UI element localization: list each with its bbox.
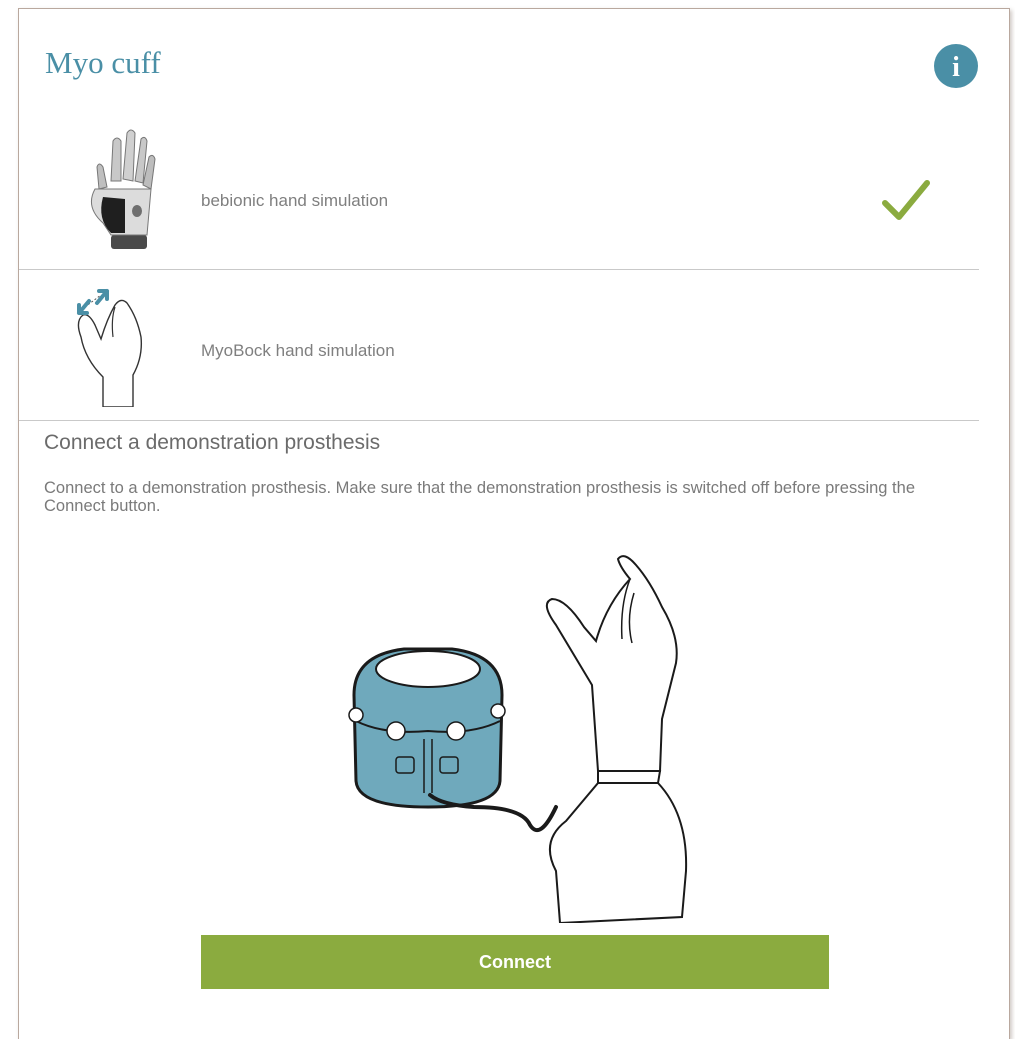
myo-cuff-panel: Myo cuff i bebionic hand simulation MyoB…	[18, 8, 1010, 1039]
prosthesis-illustration	[348, 555, 688, 923]
checkmark-icon	[882, 180, 930, 220]
connect-button[interactable]: Connect	[201, 935, 829, 989]
simulation-label-bebionic: bebionic hand simulation	[201, 191, 389, 210]
row-divider	[19, 420, 979, 421]
connect-section-description: Connect to a demonstration prosthesis. M…	[44, 479, 915, 515]
simulation-option-myobock[interactable]: MyoBock hand simulation	[19, 271, 979, 421]
info-icon[interactable]: i	[933, 43, 979, 89]
svg-text:i: i	[952, 52, 960, 83]
prosthetic-hand-icon	[545, 555, 688, 923]
row-divider	[19, 269, 979, 270]
simulation-label-myobock: MyoBock hand simulation	[201, 341, 395, 360]
connect-section-title: Connect a demonstration prosthesis	[44, 431, 381, 454]
myo-cuff-icon	[348, 647, 506, 809]
page-title: Myo cuff	[45, 45, 161, 80]
myobock-hand-icon	[77, 289, 143, 407]
bebionic-hand-icon	[90, 129, 156, 249]
simulation-option-bebionic[interactable]: bebionic hand simulation	[19, 121, 979, 277]
